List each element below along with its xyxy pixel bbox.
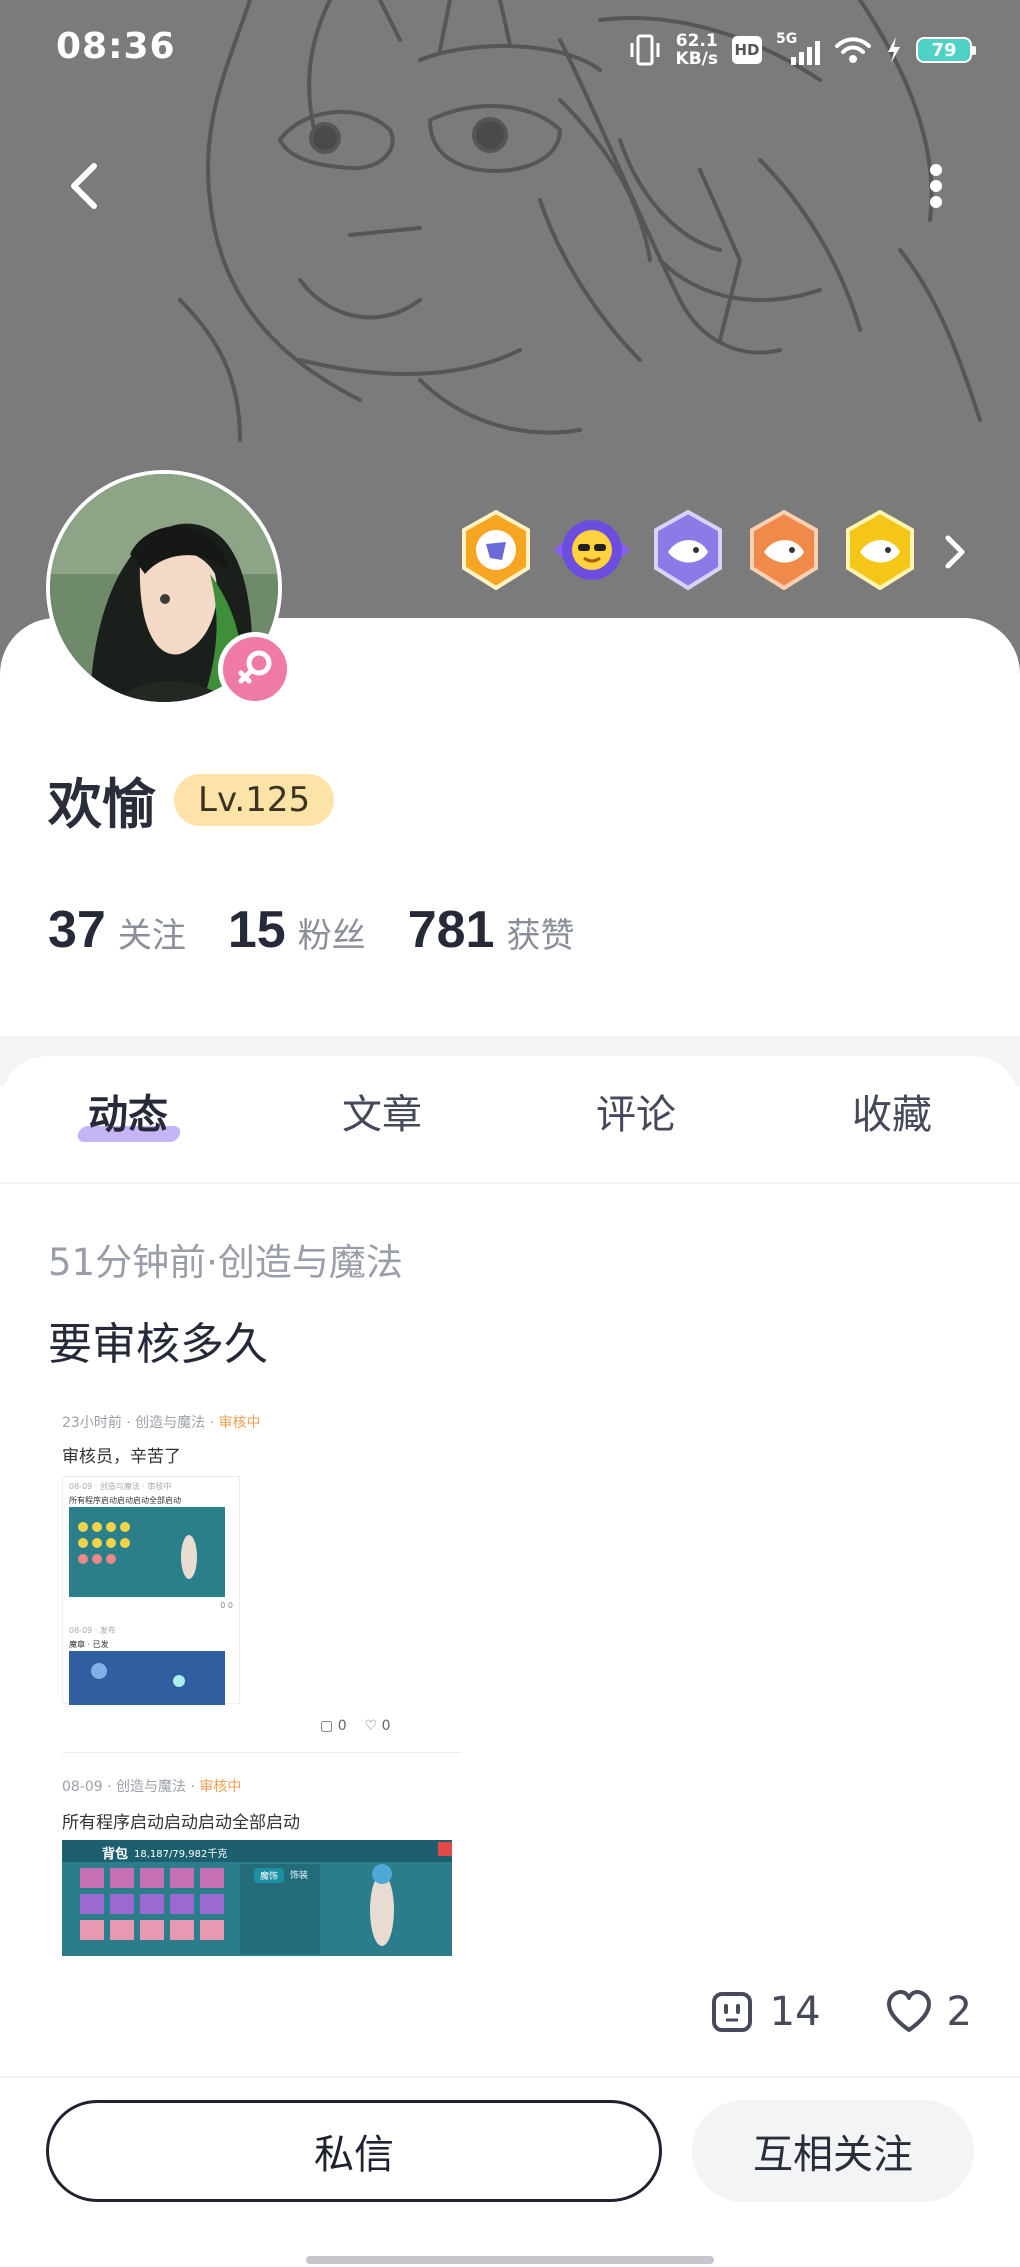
image-post-title-2: 所有程序启动启动启动全部启动 (62, 1813, 300, 1833)
tab-articles[interactable]: 文章 (312, 1082, 452, 1140)
network-speed-value: 62.1 (675, 31, 718, 51)
image-separator (62, 1752, 462, 1753)
message-button[interactable]: 私信 (46, 2100, 662, 2202)
wifi-icon (835, 37, 871, 63)
followers-label[interactable]: 粉丝 (298, 908, 366, 957)
chevron-right-icon (945, 535, 965, 569)
stats-row: 37 关注 15 粉丝 781 获赞 (48, 900, 604, 960)
image-post-status: 审核中 (218, 1415, 261, 1431)
post-image[interactable]: 23小时前 · 创造与魔法 · 审核中 审核员，辛苦了 08-09 · 创造与魔… (48, 1390, 478, 1980)
level-badge: Lv.125 (174, 773, 335, 826)
medal-list[interactable] (456, 508, 920, 592)
gender-badge (218, 632, 292, 706)
game-money: 18,187/79,982千克 (134, 1849, 228, 1860)
comment-icon[interactable] (708, 1988, 756, 2036)
user-name: 欢愉 (48, 773, 156, 836)
image-post-meta: 23小时前 · 创造与魔法 · 审核中 (62, 1412, 261, 1432)
image-post-meta-2-prefix: 08-09 · 创造与魔法 · (62, 1779, 200, 1795)
status-bar: 08:36 62.1 KB/s HD 5G 79 (0, 0, 1020, 100)
game-tab-2: 饰装 (290, 1871, 309, 1881)
game-title: 背包 (102, 1847, 129, 1862)
post-title[interactable]: 要审核多久 (48, 1308, 268, 1372)
mutual-follow-button[interactable]: 互相关注 (692, 2100, 974, 2202)
tab-favorites[interactable]: 收藏 (822, 1082, 962, 1140)
nested-game-screenshot (69, 1507, 225, 1597)
home-indicator[interactable] (306, 2256, 714, 2264)
image-game-screenshot: 背包 18,187/79,982千克 魔饰 饰装 (62, 1840, 452, 1956)
following-count[interactable]: 37 (48, 900, 106, 960)
nested-meta-2: 08-09 · 发布 (69, 1626, 116, 1635)
nested-counts: 0 0 (220, 1601, 233, 1610)
comment-count: 14 (769, 1989, 821, 2035)
vibrate-icon (630, 34, 660, 66)
cellular-signal-icon: 5G (776, 31, 820, 67)
network-speed-unit: KB/s (675, 49, 718, 69)
battery-indicator: 79 (916, 37, 976, 63)
image-post-status-2: 审核中 (199, 1779, 242, 1795)
vertical-dots-icon (930, 164, 942, 208)
image-post-meta-prefix: 23小时前 · 创造与魔法 · (62, 1415, 219, 1431)
shield-badge-icon (462, 509, 530, 591)
fish-shield-badge-icon (654, 509, 722, 591)
like-count: 2 (946, 1989, 972, 2035)
charging-icon (888, 37, 900, 63)
nested-title: 所有程序启动启动启动全部启动 (69, 1496, 181, 1505)
game-tab-1: 魔饰 (254, 1868, 285, 1883)
tab-comments[interactable]: 评论 (566, 1082, 706, 1140)
heart-icon[interactable] (885, 1988, 933, 2036)
nested-meta: 08-09 · 创造与魔法 · 审核中 (69, 1482, 172, 1491)
following-label[interactable]: 关注 (118, 908, 186, 957)
image-like-count-value: 0 (381, 1718, 391, 1734)
followers-count[interactable]: 15 (228, 900, 286, 960)
image-post-title: 审核员，辛苦了 (62, 1447, 181, 1467)
post-meta: 51分钟前·创造与魔法 (48, 1241, 403, 1284)
tab-bar: 动态 文章 评论 收藏 (0, 1082, 1020, 1182)
image-like-count: ♡ 0 (364, 1718, 391, 1734)
nested-title-2: 魔章 · 已发 (69, 1640, 109, 1649)
gold-fish-badge-icon (846, 509, 914, 591)
status-time: 08:36 (56, 26, 176, 67)
more-options-button[interactable] (916, 156, 956, 216)
female-icon (238, 650, 272, 684)
image-post-footer: ▢ 0 ♡ 0 (320, 1718, 391, 1734)
tab-dynamics[interactable]: 动态 (58, 1082, 198, 1140)
medal-more-button[interactable] (940, 530, 970, 574)
image-comment-count-value: 0 (337, 1718, 347, 1734)
likes-count: 781 (407, 901, 495, 959)
status-icons: 62.1 KB/s HD 5G 79 (628, 28, 976, 72)
name-row: 欢愉 Lv.125 (48, 760, 335, 839)
post-actions: 14 2 (708, 1988, 972, 2036)
likes-label: 获赞 (506, 916, 575, 956)
network-speed: 62.1 KB/s (676, 32, 718, 68)
back-button[interactable] (60, 156, 110, 216)
sunglasses-sun-badge-icon (554, 520, 630, 580)
image-nested-post: 08-09 · 创造与魔法 · 审核中 所有程序启动启动启动全部启动 0 0 0… (62, 1476, 240, 1705)
orange-fish-badge-icon (750, 509, 818, 591)
image-post-meta-2: 08-09 · 创造与魔法 · 审核中 (62, 1776, 241, 1796)
tabs-divider (0, 1182, 1020, 1184)
nested-game-screenshot-2 (69, 1651, 225, 1705)
hd-badge: HD (732, 36, 762, 64)
image-comment-count: ▢ 0 (320, 1718, 347, 1734)
chevron-left-icon (71, 163, 97, 209)
